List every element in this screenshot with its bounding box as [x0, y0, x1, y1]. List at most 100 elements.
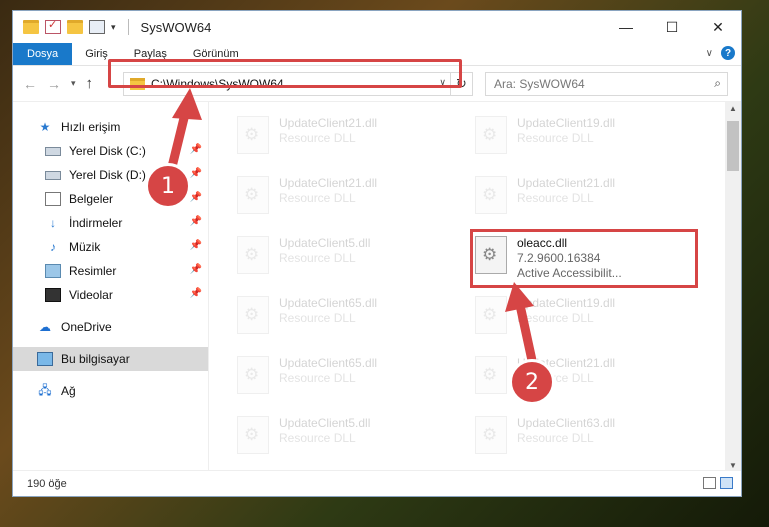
file-description: Resource DLL: [517, 191, 594, 205]
file-name: UpdateClient5.dll: [279, 236, 371, 250]
dll-file-icon: [237, 296, 269, 334]
sidebar-item-downloads[interactable]: ↓ İndirmeler 📌: [13, 211, 208, 235]
dll-file-icon: [475, 176, 507, 214]
minimize-button[interactable]: —: [603, 11, 649, 43]
divider: [127, 19, 129, 35]
file-name: UpdateClient21.dll: [279, 116, 378, 130]
file-description: Resource DLL: [279, 311, 356, 325]
disk-icon: [45, 146, 61, 156]
sidebar-item-label: Resimler: [69, 264, 117, 278]
navigation-buttons: ← → ▾ ↑: [13, 75, 93, 92]
quick-access-toolbar: ▾ SysWOW64: [13, 18, 212, 35]
file-description: Resource DLL: [279, 131, 356, 145]
sidebar-item-label: Bu bilgisayar: [61, 352, 130, 366]
close-button[interactable]: ✕: [695, 11, 741, 43]
disk-icon: [45, 170, 61, 180]
new-folder-icon[interactable]: [67, 20, 83, 34]
file-description: Resource DLL: [279, 431, 356, 445]
file-name: UpdateClient63.dll: [517, 416, 616, 430]
search-placeholder: Ara: SysWOW64: [494, 77, 585, 91]
sidebar-item-disk-c[interactable]: Yerel Disk (C:) 📌: [13, 139, 208, 163]
dll-file-icon: [475, 296, 507, 334]
step-1-marker: 1: [145, 163, 191, 209]
pin-icon[interactable]: 📌: [190, 288, 202, 299]
sidebar-item-quick-access[interactable]: ★ Hızlı erişim: [13, 115, 208, 139]
file-name: UpdateClient21.dll: [517, 176, 616, 190]
file-item[interactable]: UpdateClient21.dllResource DLL: [475, 176, 615, 214]
navigation-pane: ★ Hızlı erişim Yerel Disk (C:) 📌 Yerel D…: [13, 102, 209, 471]
file-name: UpdateClient65.dll: [279, 356, 378, 370]
item-count: 190 öğe: [27, 477, 67, 490]
file-item[interactable]: UpdateClient5.dllResource DLL: [237, 416, 370, 454]
view-properties-icon[interactable]: [89, 20, 105, 34]
sidebar-item-videos[interactable]: Videolar 📌: [13, 283, 208, 307]
file-item[interactable]: UpdateClient5.dllResource DLL: [237, 236, 370, 274]
vertical-scrollbar[interactable]: ▲ ▼: [725, 102, 741, 471]
sidebar-item-onedrive[interactable]: ☁ OneDrive: [13, 315, 208, 339]
file-description: Resource DLL: [279, 371, 356, 385]
step-2-marker: 2: [509, 359, 555, 405]
file-item[interactable]: UpdateClient65.dllResource DLL: [237, 296, 377, 334]
file-description: Resource DLL: [517, 311, 594, 325]
file-highlight-box: [470, 229, 698, 288]
sidebar-item-pictures[interactable]: Resimler 📌: [13, 259, 208, 283]
scroll-down-icon[interactable]: ▼: [729, 461, 737, 470]
file-description: Resource DLL: [279, 191, 356, 205]
scrollbar-thumb[interactable]: [727, 121, 739, 171]
pin-icon[interactable]: 📌: [190, 192, 202, 203]
search-icon[interactable]: ⌕: [714, 76, 721, 91]
scroll-up-icon[interactable]: ▲: [729, 104, 737, 113]
dll-file-icon: [475, 116, 507, 154]
pin-icon[interactable]: 📌: [190, 144, 202, 155]
pin-icon[interactable]: 📌: [190, 264, 202, 275]
search-input[interactable]: Ara: SysWOW64 ⌕: [485, 72, 728, 96]
address-highlight-box: [108, 59, 462, 88]
file-item[interactable]: UpdateClient19.dllResource DLL: [475, 116, 615, 154]
window-controls: — ☐ ✕: [603, 11, 741, 43]
dll-file-icon: [237, 176, 269, 214]
file-name: UpdateClient5.dll: [279, 416, 371, 430]
forward-arrow-icon[interactable]: →: [47, 76, 61, 92]
file-name: UpdateClient19.dll: [517, 296, 616, 310]
help-icon[interactable]: ?: [721, 46, 735, 60]
up-arrow-icon[interactable]: ↑: [86, 75, 94, 92]
file-item[interactable]: UpdateClient63.dllResource DLL: [475, 416, 615, 454]
maximize-button[interactable]: ☐: [649, 11, 695, 43]
sidebar-item-network[interactable]: 🖧 Ağ: [13, 379, 208, 403]
sidebar-item-music[interactable]: ♪ Müzik 📌: [13, 235, 208, 259]
file-name: UpdateClient19.dll: [517, 116, 616, 130]
details-view-icon[interactable]: [703, 477, 716, 489]
dll-file-icon: [475, 356, 507, 394]
network-icon: 🖧: [38, 382, 52, 397]
file-item[interactable]: UpdateClient21.dllResource DLL: [237, 176, 377, 214]
back-arrow-icon[interactable]: ←: [23, 76, 37, 92]
customize-dropdown-icon[interactable]: ▾: [111, 22, 116, 33]
file-item[interactable]: UpdateClient65.dllResource DLL: [237, 356, 377, 394]
folder-icon[interactable]: [23, 20, 39, 34]
title-bar: ▾ SysWOW64 — ☐ ✕: [13, 11, 741, 43]
videos-icon: [45, 288, 61, 302]
tiles-view-icon[interactable]: [720, 477, 733, 489]
tab-file[interactable]: Dosya: [13, 43, 73, 65]
ribbon-expand-icon[interactable]: ∨: [706, 48, 713, 59]
pin-icon[interactable]: 📌: [190, 216, 202, 227]
dll-file-icon: [237, 356, 269, 394]
file-item[interactable]: UpdateClient21.dllResource DLL: [237, 116, 377, 154]
sidebar-item-label: İndirmeler: [69, 216, 123, 230]
recent-locations-icon[interactable]: ▾: [71, 78, 76, 89]
computer-icon: [37, 352, 53, 366]
sidebar-item-this-pc[interactable]: Bu bilgisayar: [13, 347, 208, 371]
window-title: SysWOW64: [140, 19, 212, 35]
dll-file-icon: [237, 236, 269, 274]
file-item[interactable]: UpdateClient19.dllResource DLL: [475, 296, 615, 334]
sidebar-item-label: Ağ: [61, 384, 76, 398]
dll-file-icon: [475, 416, 507, 454]
pin-icon[interactable]: 📌: [190, 168, 202, 179]
file-description: Resource DLL: [279, 251, 356, 265]
view-switcher: [703, 477, 733, 489]
properties-check-icon[interactable]: [45, 18, 61, 34]
pin-icon[interactable]: 📌: [190, 240, 202, 251]
sidebar-item-label: Yerel Disk (C:): [69, 144, 146, 158]
star-icon: ★: [39, 120, 51, 134]
cloud-icon: ☁: [39, 320, 51, 334]
